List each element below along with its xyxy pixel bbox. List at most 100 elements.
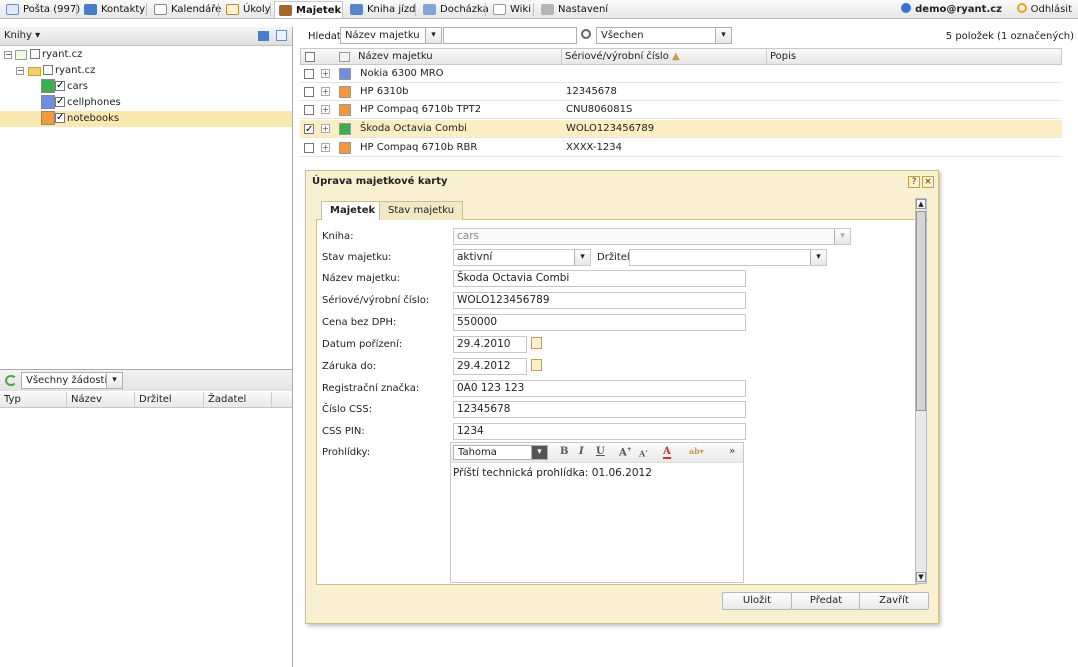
- expand-row-icon[interactable]: +: [321, 143, 330, 152]
- tab-contacts[interactable]: Kontakty: [80, 1, 145, 18]
- table-row[interactable]: + HP Compaq 6710b RBR XXXX-1234: [300, 139, 1062, 157]
- tree-checkbox[interactable]: [55, 110, 65, 126]
- tab-asset[interactable]: Majetek: [321, 201, 385, 221]
- tree-checkbox[interactable]: [30, 49, 40, 59]
- tree-collapse-icon[interactable]: [276, 30, 287, 41]
- tree-item-notebooks[interactable]: notebooks: [0, 110, 292, 127]
- logout-button[interactable]: Odhlásit: [1016, 1, 1072, 18]
- help-icon[interactable]: ?: [908, 176, 920, 188]
- collapse-toggle-icon[interactable]: −: [16, 67, 24, 75]
- search-input[interactable]: [443, 27, 577, 44]
- underline-icon[interactable]: U: [596, 446, 605, 457]
- column-header[interactable]: Žadatel: [204, 392, 272, 408]
- select-all-checkbox[interactable]: [305, 52, 315, 62]
- scroll-down-icon[interactable]: ▼: [916, 572, 926, 582]
- chevron-down-icon[interactable]: ▾: [810, 250, 826, 265]
- holder-select[interactable]: ▾: [629, 249, 827, 266]
- row-checkbox[interactable]: [304, 105, 314, 115]
- table-row-selected[interactable]: + Škoda Octavia Combi WOLO123456789: [300, 120, 1062, 139]
- chevron-down-icon[interactable]: ▾: [106, 373, 122, 388]
- bold-icon[interactable]: B: [560, 446, 568, 457]
- save-button[interactable]: Uložit: [722, 592, 792, 610]
- tree-item-cellphones[interactable]: cellphones: [0, 94, 292, 111]
- tree-root[interactable]: − ryant.cz: [2, 47, 292, 63]
- serial-number-field[interactable]: WOLO123456789: [453, 292, 746, 309]
- tree-checkbox[interactable]: [55, 94, 65, 110]
- registration-plate-field[interactable]: 0A0 123 123: [453, 380, 746, 397]
- column-header[interactable]: Název: [67, 392, 135, 408]
- tab-asset-status[interactable]: Stav majetku: [379, 201, 464, 220]
- expand-row-icon[interactable]: +: [321, 87, 330, 96]
- tab-mail[interactable]: Pošta (997): [2, 1, 80, 18]
- shrink-font-icon[interactable]: A-: [639, 448, 648, 459]
- tree-node-ryant[interactable]: − ryant.cz: [2, 63, 292, 79]
- book-select[interactable]: cars ▾: [453, 228, 851, 245]
- purchase-date-field[interactable]: 29.4.2010: [453, 336, 527, 353]
- warranty-date-field[interactable]: 29.4.2012: [453, 358, 527, 375]
- tab-logbook[interactable]: Kniha jízd: [346, 1, 415, 18]
- tab-wiki[interactable]: Wiki: [489, 1, 531, 18]
- dialog-scrollbar[interactable]: ▲ ▼: [915, 198, 927, 584]
- tab-attendance[interactable]: Docházka: [419, 1, 489, 18]
- tab-tasks[interactable]: Úkoly: [222, 1, 271, 18]
- column-header[interactable]: Držitel: [135, 392, 204, 408]
- refresh-icon[interactable]: [5, 375, 17, 386]
- expand-row-icon[interactable]: +: [321, 69, 330, 78]
- font-select[interactable]: Tahoma ▾: [453, 445, 548, 460]
- handover-button[interactable]: Předat: [791, 592, 861, 610]
- price-field[interactable]: 550000: [453, 314, 746, 331]
- scroll-up-icon[interactable]: ▲: [916, 199, 926, 209]
- column-header-description[interactable]: Popis: [770, 49, 796, 65]
- table-row[interactable]: + HP Compaq 6710b TPT2 CNU806081S: [300, 101, 1062, 119]
- row-checkbox[interactable]: [304, 143, 314, 153]
- tree-expand-icon[interactable]: [258, 31, 269, 41]
- grow-font-icon[interactable]: A+: [619, 446, 632, 458]
- table-row[interactable]: + Nokia 6300 MRO: [300, 65, 1062, 83]
- css-pin-field[interactable]: 1234: [453, 423, 746, 440]
- column-header-serial[interactable]: Sériové/výrobní číslo ▲: [565, 49, 680, 65]
- chevron-down-icon[interactable]: ▾: [834, 229, 850, 244]
- search-field-select[interactable]: Název majetku ▾: [340, 27, 442, 44]
- field-label: Prohlídky:: [322, 447, 371, 458]
- close-button[interactable]: Zavřít: [859, 592, 929, 610]
- collapse-toggle-icon[interactable]: −: [4, 51, 12, 59]
- user-account[interactable]: demo@ryant.cz: [901, 1, 1002, 18]
- chevron-down-icon[interactable]: ▾: [425, 28, 441, 43]
- requests-filter-select[interactable]: Všechny žádosti ▾: [21, 372, 123, 389]
- chevron-down-icon[interactable]: ▾: [574, 250, 590, 265]
- font-value: Tahoma: [458, 447, 497, 458]
- search-filter-select[interactable]: Všechen ▾: [596, 27, 732, 44]
- row-checkbox[interactable]: [304, 87, 314, 97]
- tree-item-cars[interactable]: cars: [0, 78, 292, 95]
- calendar-icon[interactable]: [531, 359, 542, 371]
- tab-calendars[interactable]: Kalendáře: [150, 1, 221, 18]
- column-header-name[interactable]: Název majetku: [358, 49, 433, 65]
- books-menu[interactable]: Knihy ▾: [4, 30, 40, 41]
- italic-icon[interactable]: I: [579, 446, 584, 457]
- tab-settings[interactable]: Nastavení: [537, 1, 608, 18]
- asset-name-field[interactable]: Škoda Octavia Combi: [453, 270, 746, 287]
- table-row[interactable]: + HP 6310b 12345678: [300, 83, 1062, 101]
- close-icon[interactable]: ×: [922, 176, 934, 188]
- font-color-icon[interactable]: A: [663, 446, 671, 459]
- editor-content[interactable]: Příští technická prohlídka: 01.06.2012: [453, 467, 652, 479]
- column-header[interactable]: Typ: [0, 392, 67, 408]
- chevron-down-icon[interactable]: ▾: [715, 28, 731, 43]
- calendar-icon[interactable]: [531, 337, 542, 349]
- search-icon[interactable]: [581, 29, 591, 39]
- tree-checkbox[interactable]: [55, 78, 65, 94]
- expand-row-icon[interactable]: +: [321, 105, 330, 114]
- columns-menu-icon[interactable]: [339, 52, 350, 62]
- chevron-down-icon[interactable]: ▾: [531, 446, 547, 459]
- tree-checkbox[interactable]: [43, 65, 53, 75]
- status-select[interactable]: aktivní ▾: [453, 249, 591, 266]
- highlight-icon[interactable]: ab▾: [689, 446, 704, 456]
- more-tools-icon[interactable]: »: [729, 446, 735, 457]
- expand-row-icon[interactable]: +: [321, 124, 330, 133]
- row-checkbox[interactable]: [304, 69, 314, 79]
- inspections-editor[interactable]: Tahoma ▾ B I U A+ A- A ab▾ » Příští techn…: [450, 442, 744, 583]
- scroll-thumb[interactable]: [916, 211, 926, 411]
- tab-assets[interactable]: Majetek: [274, 1, 343, 18]
- row-checkbox[interactable]: [304, 121, 314, 139]
- css-number-field[interactable]: 12345678: [453, 401, 746, 418]
